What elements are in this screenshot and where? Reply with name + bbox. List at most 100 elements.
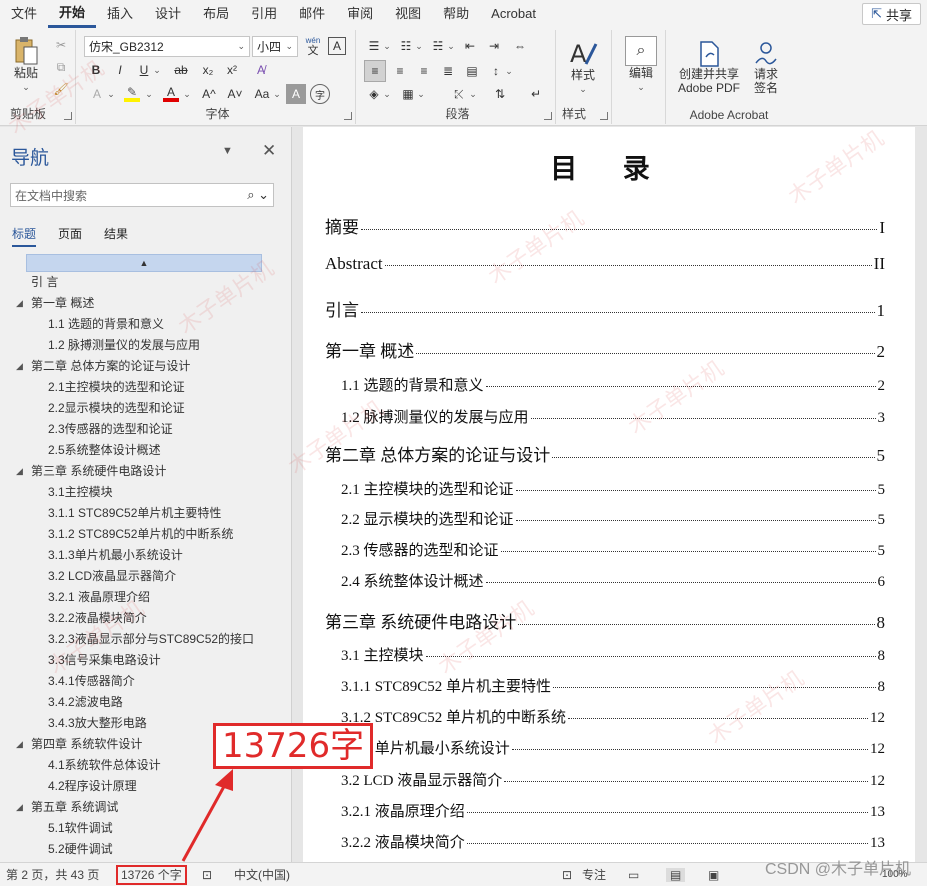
- nav-heading-item[interactable]: 5.2硬件调试: [0, 839, 291, 860]
- menu-item[interactable]: 视图: [384, 0, 432, 28]
- document-page[interactable]: 目 录 摘要 I Abstract II 引言 1 第一章 概述 2 1.1 选题的背景和意义 2…: [303, 127, 915, 862]
- share-button[interactable]: ⇱ 共享: [862, 3, 921, 25]
- nav-tab[interactable]: 标题: [12, 225, 37, 247]
- chevron-down-icon[interactable]: ⌄: [416, 84, 426, 104]
- nav-heading-item[interactable]: 引 言: [0, 272, 291, 293]
- chevron-down-icon[interactable]: ⌄: [446, 36, 456, 56]
- nav-heading-item[interactable]: 3.1.1 STC89C52单片机主要特性: [0, 503, 291, 524]
- nav-heading-item[interactable]: 5.1软件调试: [0, 818, 291, 839]
- editing-button[interactable]: ⌕ 编辑 ⌄: [620, 34, 662, 96]
- chevron-down-icon[interactable]: ⌄: [144, 84, 154, 104]
- chevron-down-icon[interactable]: ⌄: [382, 36, 392, 56]
- change-case-button[interactable]: Aa: [250, 84, 274, 104]
- collapse-triangle-icon[interactable]: ◢: [16, 461, 23, 482]
- nav-heading-item[interactable]: 3.3信号采集电路设计: [0, 650, 291, 671]
- nav-heading-item[interactable]: 3.2.1 液晶原理介绍: [0, 587, 291, 608]
- cut-icon[interactable]: ✂: [52, 36, 70, 54]
- collapse-triangle-icon[interactable]: ◢: [16, 293, 23, 314]
- toc-entry[interactable]: 3.2.1 液晶原理介绍 13: [341, 800, 885, 821]
- bold-button[interactable]: B: [86, 60, 106, 80]
- nav-heading-item[interactable]: 1.1 选题的背景和意义: [0, 314, 291, 335]
- nav-tab[interactable]: 结果: [104, 225, 128, 247]
- chevron-down-icon[interactable]: ⌄: [272, 84, 282, 104]
- toc-entry[interactable]: 摘要 I: [325, 213, 885, 238]
- nav-heading-item[interactable]: 3.1.3单片机最小系统设计: [0, 545, 291, 566]
- toc-entry[interactable]: 1.1 选题的背景和意义 2: [341, 374, 885, 395]
- chevron-down-icon[interactable]: ⌄: [106, 84, 116, 104]
- shading-icon[interactable]: ◈: [364, 84, 384, 104]
- menu-item[interactable]: 设计: [144, 0, 192, 28]
- collapse-triangle-icon[interactable]: ◢: [16, 734, 23, 755]
- underline-button[interactable]: U: [134, 60, 154, 80]
- format-painter-icon[interactable]: 🖌: [52, 80, 70, 98]
- menu-item[interactable]: 开始: [48, 1, 97, 28]
- nav-heading-item[interactable]: ◢ 第五章 系统调试: [0, 797, 291, 818]
- toc-entry[interactable]: 3.1.1 STC89C52 单片机主要特性 8: [341, 675, 885, 696]
- font-launcher[interactable]: [344, 112, 352, 120]
- page-info[interactable]: 第 2 页，共 43 页: [6, 866, 99, 883]
- menu-item[interactable]: 文件: [0, 0, 48, 28]
- font-size-select[interactable]: 小四 ⌄: [252, 36, 298, 57]
- read-mode-icon[interactable]: ▭: [628, 868, 639, 882]
- nav-heading-item[interactable]: ◢ 第三章 系统硬件电路设计: [0, 461, 291, 482]
- focus-label[interactable]: 专注: [582, 866, 606, 883]
- chinese-layout-icon[interactable]: ⇔: [510, 36, 530, 56]
- word-count[interactable]: 13726 个字: [116, 864, 187, 885]
- language[interactable]: 中文(中国): [234, 866, 290, 883]
- clipboard-launcher[interactable]: [64, 112, 72, 120]
- styles-launcher[interactable]: [600, 112, 608, 120]
- copy-icon[interactable]: ⧉: [52, 58, 70, 76]
- align-right-icon[interactable]: ≡: [414, 60, 434, 82]
- proofing-icon[interactable]: ⊡: [202, 868, 212, 882]
- nav-heading-item[interactable]: 3.2.2液晶模块简介: [0, 608, 291, 629]
- highlight-button[interactable]: ✎: [120, 84, 144, 104]
- sort-icon[interactable]: ⇅: [490, 84, 510, 104]
- toc-entry[interactable]: 引言 1: [325, 296, 885, 321]
- strikethrough-button[interactable]: ab: [170, 60, 192, 80]
- toc-entry[interactable]: 1.2 脉搏测量仪的发展与应用 3: [341, 406, 885, 427]
- document-area[interactable]: 目 录 摘要 I Abstract II 引言 1 第一章 概述 2 1.1 选题的背景和意义 2…: [293, 127, 927, 862]
- menu-item[interactable]: Acrobat: [480, 0, 547, 28]
- grow-font-button[interactable]: A^: [198, 84, 220, 104]
- toc-entry[interactable]: 3.2 LCD 液晶显示器简介 12: [341, 769, 885, 790]
- distributed-icon[interactable]: ▤: [462, 60, 482, 82]
- toc-entry[interactable]: 3.1 主控模块 8: [341, 644, 885, 665]
- close-icon[interactable]: ✕: [262, 141, 276, 161]
- search-icon[interactable]: ⌕ ⌄: [247, 187, 269, 203]
- toc-entry[interactable]: 2.3 传感器的选型和论证 5: [341, 539, 885, 560]
- nav-heading-item[interactable]: 3.4.1传感器简介: [0, 671, 291, 692]
- nav-heading-item[interactable]: 3.2.3液晶显示部分与STC89C52的接口: [0, 629, 291, 650]
- chevron-down-icon[interactable]: ⌄: [152, 60, 162, 80]
- menu-item[interactable]: 布局: [192, 0, 240, 28]
- shrink-font-button[interactable]: A˅: [224, 84, 246, 104]
- menu-item[interactable]: 引用: [240, 0, 288, 28]
- nav-heading-item[interactable]: 4.2程序设计原理: [0, 776, 291, 797]
- nav-heading-item[interactable]: 3.1.2 STC89C52单片机的中断系统: [0, 524, 291, 545]
- line-spacing-icon[interactable]: ↕: [486, 60, 506, 82]
- font-family-select[interactable]: 仿宋_GB2312 ⌄: [84, 36, 250, 57]
- nav-heading-item[interactable]: 3.2 LCD液晶显示器简介: [0, 566, 291, 587]
- chevron-down-icon[interactable]: ⌄: [468, 84, 478, 104]
- nav-heading-item[interactable]: 3.1主控模块: [0, 482, 291, 503]
- chevron-down-icon[interactable]: ▼: [222, 145, 233, 157]
- paste-button[interactable]: 粘贴 ⌄: [8, 34, 44, 96]
- toc-entry[interactable]: 3.1.2 STC89C52 单片机的中断系统 12: [341, 706, 885, 727]
- font-color-button[interactable]: A: [160, 84, 182, 104]
- decrease-indent-icon[interactable]: ⇤: [460, 36, 480, 56]
- nav-search-input[interactable]: 在文档中搜索 ⌕ ⌄: [10, 183, 274, 207]
- bullets-icon[interactable]: ☰: [364, 36, 384, 56]
- toc-entry[interactable]: 第一章 概述 2: [325, 337, 885, 362]
- nav-heading-item[interactable]: ◢ 第二章 总体方案的论证与设计: [0, 356, 291, 377]
- chevron-down-icon[interactable]: ⌄: [22, 80, 30, 94]
- request-signature-button[interactable]: 请求 签名: [748, 38, 784, 98]
- character-shading-button[interactable]: A: [286, 84, 306, 104]
- superscript-button[interactable]: x²: [222, 60, 242, 80]
- menu-item[interactable]: 帮助: [432, 0, 480, 28]
- nav-heading-item[interactable]: 1.2 脉搏测量仪的发展与应用: [0, 335, 291, 356]
- menu-item[interactable]: 邮件: [288, 0, 336, 28]
- web-layout-icon[interactable]: ▣: [708, 868, 719, 882]
- asian-typography-icon[interactable]: ⤪: [448, 84, 470, 104]
- paragraph-launcher[interactable]: [544, 112, 552, 120]
- show-marks-icon[interactable]: ↵: [526, 84, 546, 104]
- nav-heading-item[interactable]: ◢ 第一章 概述: [0, 293, 291, 314]
